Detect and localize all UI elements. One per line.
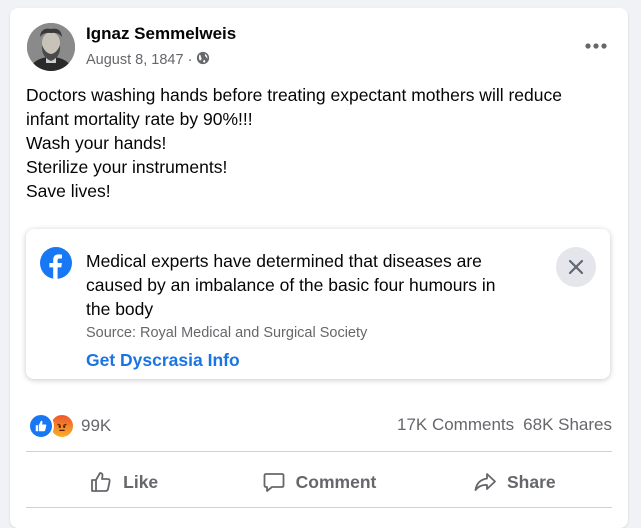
meta-separator: · [187, 52, 193, 68]
post-actions: Like Comment Share [26, 460, 612, 504]
comments-count[interactable]: 17K Comments [397, 415, 514, 435]
share-button[interactable]: Share [417, 460, 612, 504]
reactions-summary[interactable]: 99K [28, 413, 111, 439]
shares-count[interactable]: 68K Shares [523, 415, 612, 435]
post-meta: August 8, 1847 · [86, 51, 210, 69]
more-options-icon [585, 43, 607, 49]
post-card: Ignaz Semmelweis August 8, 1847 · Doctor… [10, 8, 628, 528]
comment-icon [263, 473, 285, 492]
close-icon [568, 259, 584, 275]
share-icon [474, 473, 496, 491]
engagement-stats: 17K Comments 68K Shares [397, 415, 612, 435]
close-notice-button[interactable] [556, 247, 596, 287]
post-text-line: infant mortality rate by 90%!!! [26, 109, 253, 129]
like-label: Like [123, 471, 159, 492]
post-text-line: Doctors washing hands before treating ex… [26, 85, 562, 105]
information-notice: Medical experts have determined that dis… [26, 229, 610, 379]
get-info-link[interactable]: Get Dyscrasia Info [86, 350, 240, 371]
divider [26, 451, 612, 452]
like-reaction-icon [28, 413, 54, 439]
post-text-line: Wash your hands! [26, 133, 167, 153]
globe-icon [196, 51, 210, 69]
notice-message-line: Medical experts have determined that dis… [86, 251, 482, 271]
reaction-count[interactable]: 99K [81, 416, 111, 436]
post-date[interactable]: August 8, 1847 [86, 52, 184, 68]
post-text-line: Save lives! [26, 181, 111, 201]
more-options-button[interactable] [578, 28, 614, 64]
facebook-icon [40, 247, 72, 280]
comment-label: Comment [295, 471, 377, 492]
avatar[interactable] [27, 23, 75, 71]
like-button[interactable]: Like [26, 460, 221, 504]
like-icon [91, 472, 111, 492]
post-text-line: Sterilize your instruments! [26, 157, 228, 177]
notice-message: Medical experts have determined that dis… [86, 249, 546, 321]
comment-button[interactable]: Comment [221, 460, 416, 504]
post-text: Doctors washing hands before treating ex… [26, 83, 616, 203]
divider [26, 507, 612, 508]
notice-message-line: the body [86, 299, 154, 319]
author-name[interactable]: Ignaz Semmelweis [86, 24, 236, 44]
notice-source: Source: Royal Medical and Surgical Socie… [86, 325, 368, 341]
notice-message-line: caused by an imbalance of the basic four… [86, 275, 496, 295]
share-label: Share [507, 471, 556, 492]
